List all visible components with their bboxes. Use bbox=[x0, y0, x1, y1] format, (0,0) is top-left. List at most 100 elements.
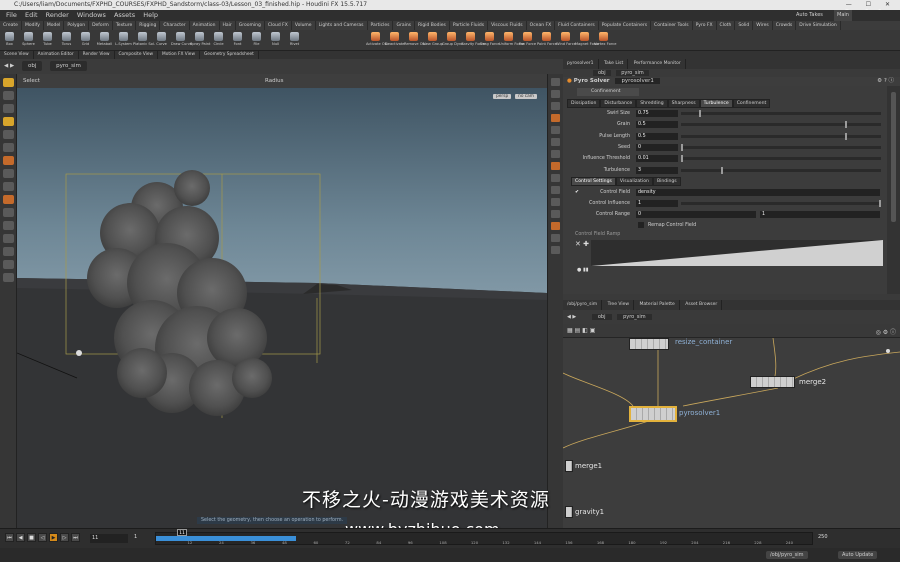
magnet-tool-icon[interactable] bbox=[3, 195, 14, 204]
param-value[interactable]: 0.5 bbox=[636, 121, 678, 129]
shelf-tab[interactable]: Populate Containers bbox=[599, 21, 652, 30]
tab-network-path[interactable]: /obj/pyro_sim bbox=[563, 300, 603, 310]
background-icon[interactable] bbox=[551, 186, 560, 194]
shelf-tab[interactable]: Grains bbox=[393, 21, 416, 30]
snap-grid-icon[interactable] bbox=[3, 208, 14, 217]
dyn-tool-1[interactable]: Deactivate bbox=[385, 30, 405, 46]
select-tool-icon[interactable] bbox=[3, 78, 14, 87]
move-tool-icon[interactable] bbox=[3, 91, 14, 100]
param-slider[interactable] bbox=[681, 166, 881, 174]
slider-knob[interactable] bbox=[720, 166, 723, 174]
node-merge1[interactable] bbox=[565, 460, 573, 472]
camera-tool-icon[interactable] bbox=[3, 169, 14, 178]
param-slider[interactable] bbox=[681, 155, 881, 163]
rotate-tool-icon[interactable] bbox=[3, 104, 14, 113]
slider-knob[interactable] bbox=[698, 110, 701, 117]
shading-icon[interactable] bbox=[551, 102, 560, 110]
shelf-tab[interactable]: Crowds bbox=[773, 21, 797, 30]
shelf-tab[interactable]: Volume bbox=[292, 21, 316, 30]
shelf-tool-9[interactable]: Draw Curve bbox=[171, 30, 192, 46]
shelf-tool-6[interactable]: L-System bbox=[114, 30, 133, 46]
menu-edit[interactable]: Edit bbox=[25, 11, 38, 19]
network-view-icon[interactable]: ◎ ⚙ ⓘ bbox=[876, 327, 896, 336]
slider-knob[interactable] bbox=[845, 121, 848, 129]
dyn-tool-11[interactable]: Magnet Force bbox=[575, 30, 599, 46]
tab-turbulence[interactable]: Turbulence bbox=[699, 99, 733, 108]
dyn-tool-3[interactable]: New Group bbox=[423, 30, 443, 46]
lighting-icon[interactable] bbox=[551, 90, 560, 98]
dyn-tool-6[interactable]: Drag Force bbox=[480, 30, 500, 46]
shelf-tool-13[interactable]: File bbox=[247, 30, 266, 46]
network-back-icon[interactable]: ◀ ▶ bbox=[567, 314, 576, 320]
desktop-select[interactable]: Main bbox=[834, 10, 852, 21]
shelf-tool-4[interactable]: Grid bbox=[76, 30, 95, 46]
node-merge2[interactable] bbox=[750, 376, 795, 388]
shelf-tab[interactable]: Fluid Containers bbox=[555, 21, 599, 30]
control-influence-input[interactable]: 1 bbox=[636, 200, 678, 207]
pose-tool-icon[interactable] bbox=[3, 130, 14, 139]
param-slider[interactable] bbox=[681, 121, 881, 129]
param-slider[interactable] bbox=[681, 143, 881, 151]
node-gravity1[interactable] bbox=[565, 506, 573, 518]
flipbook-icon[interactable] bbox=[551, 234, 560, 242]
viewer-tab[interactable]: Scene View bbox=[0, 51, 34, 59]
dyn-tool-8[interactable]: Fan Force bbox=[518, 30, 537, 46]
section-header-confinement[interactable]: Confinement bbox=[577, 88, 639, 96]
visualize-icon[interactable] bbox=[551, 162, 560, 170]
dyn-tool-5[interactable]: Gravity Force bbox=[461, 30, 485, 46]
display-options-icon[interactable] bbox=[551, 78, 560, 86]
shelf-tab[interactable]: Rigid Bodies bbox=[415, 21, 450, 30]
safe-area-icon[interactable] bbox=[551, 246, 560, 254]
status-path[interactable]: /obj/pyro_sim bbox=[766, 551, 808, 559]
shelf-tab[interactable]: Lights and Cameras bbox=[316, 21, 368, 30]
parameter-scrollbar[interactable] bbox=[887, 86, 900, 294]
auto-takes-button[interactable]: Auto Takes bbox=[796, 10, 823, 21]
tab-sharpness[interactable]: Sharpness bbox=[667, 99, 700, 108]
param-path-node[interactable]: pyro_sim bbox=[616, 70, 649, 76]
shelf-tool-0[interactable]: Box bbox=[0, 30, 19, 46]
menu-file[interactable]: File bbox=[6, 11, 17, 19]
shelf-tab[interactable]: Ocean FX bbox=[527, 21, 556, 30]
control-range-min[interactable]: 0 bbox=[636, 211, 756, 218]
snap-options-icon[interactable] bbox=[3, 273, 14, 282]
persp-badge[interactable]: persp bbox=[493, 94, 512, 99]
slider-knob[interactable] bbox=[845, 132, 848, 140]
viewer-tab[interactable]: Composite View bbox=[115, 51, 159, 59]
path-obj[interactable]: obj bbox=[21, 61, 43, 71]
gear-icon[interactable]: ⚙ ? ⓘ bbox=[877, 77, 894, 86]
shelf-tab[interactable]: Create bbox=[0, 21, 22, 30]
slider-knob[interactable] bbox=[681, 143, 683, 151]
tab-control-settings[interactable]: Control Settings bbox=[571, 177, 616, 186]
camera-lock-icon[interactable] bbox=[551, 198, 560, 206]
viewer-tab[interactable]: Render View bbox=[79, 51, 115, 59]
tab-dissipation[interactable]: Dissipation bbox=[567, 99, 601, 108]
shelf-tab[interactable]: Animation bbox=[190, 21, 220, 30]
shelf-tool-7[interactable]: Platonic Sol. bbox=[133, 30, 155, 46]
slider-knob[interactable] bbox=[681, 155, 683, 163]
network-path-obj[interactable]: obj bbox=[591, 314, 612, 320]
stop-icon[interactable]: ■ bbox=[27, 533, 36, 542]
shelf-tab[interactable]: Cloth bbox=[717, 21, 736, 30]
shelf-tool-10[interactable]: Spray Paint bbox=[190, 30, 210, 46]
shelf-tool-3[interactable]: Torus bbox=[57, 30, 76, 46]
param-slider[interactable] bbox=[681, 110, 881, 117]
control-field-input[interactable]: density bbox=[636, 189, 880, 196]
shelf-tab[interactable]: Solid bbox=[735, 21, 754, 30]
ramp-add-icon[interactable]: ✕ ✚ bbox=[575, 240, 589, 248]
tab-asset-browser[interactable]: Asset Browser bbox=[681, 300, 723, 310]
path-node[interactable]: pyro_sim bbox=[50, 61, 87, 71]
menu-help[interactable]: Help bbox=[143, 11, 158, 19]
view-tool-icon[interactable] bbox=[3, 143, 14, 152]
network-editor[interactable]: resize_container pyrosolver1 merge2 merg… bbox=[563, 338, 900, 528]
viewer-tab[interactable]: Motion FX View bbox=[158, 51, 200, 59]
shelf-tab[interactable]: Hair bbox=[220, 21, 236, 30]
tab-pyrosolver1[interactable]: pyrosolver1 bbox=[563, 59, 599, 69]
normal-display-icon[interactable] bbox=[551, 150, 560, 158]
snap-primitive-icon[interactable] bbox=[3, 247, 14, 256]
play-reverse-icon[interactable]: ◁ bbox=[38, 533, 47, 542]
step-forward-icon[interactable]: ▷ bbox=[60, 533, 69, 542]
shelf-tool-5[interactable]: Metaball bbox=[95, 30, 114, 46]
tab-take-list[interactable]: Take List bbox=[600, 59, 629, 69]
shelf-tab[interactable]: Pyro FX bbox=[693, 21, 717, 30]
shelf-tool-12[interactable]: Font bbox=[228, 30, 247, 46]
